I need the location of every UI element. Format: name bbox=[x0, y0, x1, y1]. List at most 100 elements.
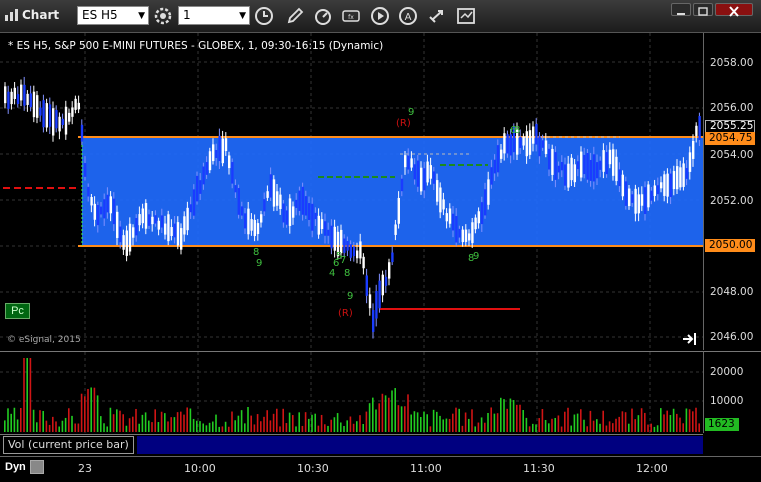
price-bar bbox=[87, 186, 90, 197]
price-bar bbox=[42, 100, 45, 128]
volume-bar bbox=[605, 425, 608, 432]
price-bar bbox=[356, 250, 359, 259]
volume-bar bbox=[512, 400, 515, 432]
volume-bar bbox=[324, 424, 326, 432]
chart-header: * ES H5, S&P 500 E-MINI FUTURES - GLOBEX… bbox=[8, 40, 384, 52]
maximize-button[interactable] bbox=[693, 3, 713, 16]
price-bar bbox=[404, 155, 407, 168]
settings-gear-icon[interactable] bbox=[152, 6, 174, 26]
price-bar bbox=[647, 184, 650, 208]
volume-bar bbox=[685, 408, 688, 432]
volume-bar bbox=[224, 421, 227, 432]
price-bar bbox=[240, 206, 244, 216]
price-bar bbox=[500, 149, 503, 159]
price-bar bbox=[535, 124, 538, 145]
volume-bar bbox=[71, 415, 73, 432]
price-bar bbox=[253, 219, 256, 237]
volume-bar bbox=[560, 426, 563, 432]
volume-bar bbox=[541, 409, 544, 432]
price-bar bbox=[192, 189, 196, 216]
price-bar bbox=[519, 136, 522, 148]
time-axis[interactable]: Dyn 23 10:00 10:30 11:00 11:30 12:00 bbox=[0, 456, 761, 482]
price-bar bbox=[247, 208, 250, 235]
volume-bar bbox=[698, 423, 700, 432]
volume-bar bbox=[455, 407, 457, 432]
chevron-down-icon[interactable]: ▼ bbox=[138, 11, 145, 21]
price-bar bbox=[676, 166, 679, 190]
price-bar bbox=[596, 162, 599, 179]
price-bar bbox=[564, 164, 567, 186]
play-icon[interactable] bbox=[369, 6, 391, 26]
volume-bar bbox=[564, 411, 566, 432]
volume-bar bbox=[445, 418, 448, 432]
volume-bar bbox=[208, 422, 211, 432]
time-tick: 11:30 bbox=[523, 462, 555, 475]
volume-bar bbox=[493, 413, 496, 432]
clock-icon[interactable] bbox=[253, 6, 275, 26]
volume-study-tab[interactable]: Vol (current price bar) bbox=[3, 436, 134, 454]
price-bar bbox=[532, 126, 535, 144]
price-bar bbox=[314, 212, 317, 220]
price-bar bbox=[410, 158, 413, 168]
price-bar bbox=[180, 228, 183, 250]
price-bar bbox=[164, 223, 167, 235]
quote-window-icon[interactable] bbox=[455, 6, 477, 26]
volume-bar bbox=[336, 413, 339, 432]
volume-bar bbox=[205, 425, 208, 432]
price-bar bbox=[317, 215, 320, 235]
price-bar bbox=[186, 207, 189, 231]
volume-panel[interactable] bbox=[0, 351, 703, 434]
volume-bar bbox=[320, 414, 323, 432]
volume-bar bbox=[74, 423, 76, 432]
dynamic-mode-label[interactable]: Dyn bbox=[5, 461, 26, 473]
volume-bar bbox=[196, 420, 198, 432]
volume-bar bbox=[148, 420, 150, 432]
volume-bar bbox=[650, 423, 652, 432]
price-bar bbox=[551, 148, 554, 175]
price-bar bbox=[45, 103, 48, 128]
price-bar bbox=[138, 214, 141, 226]
volume-bar bbox=[231, 411, 233, 432]
chevron-down-icon[interactable]: ▼ bbox=[239, 11, 246, 21]
speedometer-icon[interactable] bbox=[312, 6, 334, 26]
price-bar bbox=[340, 229, 343, 254]
volume-bar bbox=[458, 408, 460, 432]
price-bar bbox=[474, 217, 477, 230]
price-bar bbox=[496, 145, 500, 173]
interval-input[interactable]: 1 ▼ bbox=[178, 6, 250, 25]
svg-text:A: A bbox=[405, 12, 412, 23]
volume-bar bbox=[554, 417, 556, 432]
price-bar bbox=[628, 188, 631, 207]
studies-icon[interactable]: fx bbox=[340, 6, 362, 26]
volume-bar bbox=[301, 425, 304, 432]
volume-bar bbox=[631, 408, 633, 432]
price-bar bbox=[135, 218, 138, 236]
price-bar bbox=[29, 93, 32, 108]
price-bar bbox=[464, 229, 468, 242]
pc-button[interactable]: Pc bbox=[5, 303, 30, 319]
price-bar bbox=[311, 203, 314, 231]
pencil-icon[interactable] bbox=[284, 6, 306, 26]
count-top-8: 8 bbox=[514, 125, 520, 136]
link-icon[interactable] bbox=[426, 6, 448, 26]
price-axis[interactable]: 2058.00 2056.00 2054.00 2052.00 2048.00 … bbox=[703, 33, 761, 350]
alert-icon[interactable]: A bbox=[397, 6, 419, 26]
price-bar bbox=[413, 164, 416, 180]
volume-bar bbox=[381, 393, 384, 432]
time-template-icon[interactable] bbox=[30, 460, 44, 474]
price-bar bbox=[250, 219, 253, 231]
symbol-input[interactable]: ES H5 ▼ bbox=[77, 6, 149, 25]
price-bar bbox=[320, 219, 324, 230]
copyright-label: © eSignal, 2015 bbox=[7, 335, 81, 345]
price-tick: 2048.00 bbox=[710, 286, 754, 298]
price-bar bbox=[644, 187, 647, 215]
volume-bar bbox=[64, 417, 67, 432]
close-button[interactable] bbox=[715, 3, 753, 17]
price-chart[interactable]: 9 9 4 5 6 7 8 8 9 8 9 6 8 (R) (R) bbox=[0, 33, 703, 350]
minimize-button[interactable] bbox=[671, 3, 691, 16]
volume-bar bbox=[359, 415, 361, 432]
price-bar bbox=[375, 290, 378, 319]
price-bar bbox=[13, 87, 16, 99]
price-bar bbox=[215, 150, 218, 158]
volume-axis[interactable]: 20000 10000 1623 bbox=[703, 351, 761, 433]
